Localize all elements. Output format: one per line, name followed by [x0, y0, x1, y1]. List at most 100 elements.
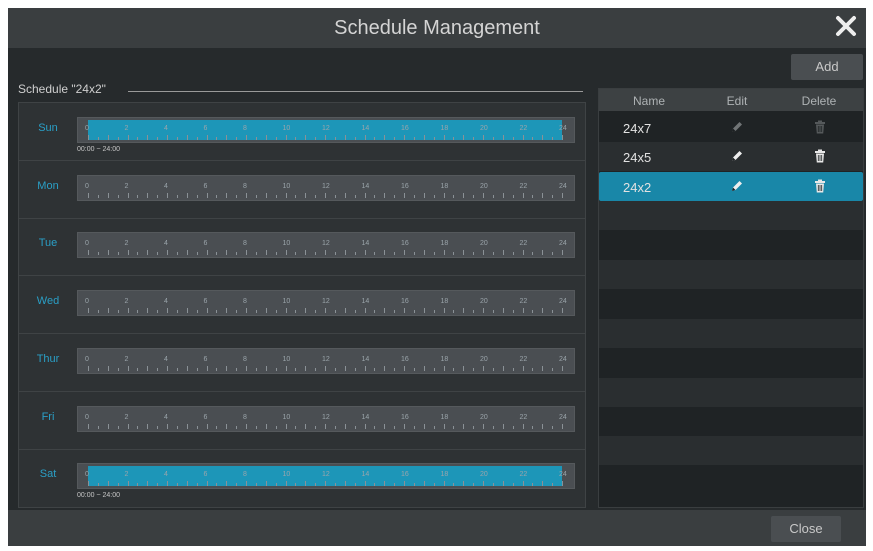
time-bar[interactable]: 0 2 4 6 8 10 12 14 16 18 20 22 24	[77, 463, 575, 490]
hour-tick	[167, 135, 168, 140]
hour-tick	[522, 423, 524, 429]
hour-tick	[246, 423, 247, 429]
hour-label: 20	[480, 125, 488, 132]
day-row-fri: Fri 0 2 4 6 8 10 12 14 16 18 20 22 24	[19, 392, 585, 450]
hour-tick	[453, 252, 455, 256]
day-label[interactable]: Wed	[25, 295, 71, 307]
hour-tick	[107, 250, 109, 256]
day-label[interactable]: Sat	[25, 468, 71, 480]
hour-tick	[255, 310, 257, 314]
hour-label: 18	[440, 298, 449, 306]
hour-tick	[295, 137, 297, 140]
hour-tick	[127, 481, 129, 487]
hour-tick	[433, 425, 435, 429]
hour-tick	[305, 250, 307, 256]
add-button[interactable]: Add	[791, 54, 863, 80]
day-row-sat: Sat 0 2 4 6 8 10 12 14 16 18 20 22 24 00:00 ~ 24:00	[19, 449, 585, 506]
hour-label: 12	[322, 413, 330, 421]
day-label[interactable]: Mon	[25, 180, 71, 192]
day-row-thur: Thur 0 2 4 6 8 10 12 14 16 18 20 22 24	[19, 334, 585, 392]
hour-tick	[463, 365, 465, 371]
hour-label: 10	[282, 240, 291, 248]
time-bar[interactable]: 0 2 4 6 8 10 12 14 16 18 20 22 24	[77, 174, 575, 201]
hour-tick	[433, 367, 435, 371]
schedule-list-row[interactable]: 24x7	[599, 113, 863, 142]
time-bar[interactable]: 0 2 4 6 8 10 12 14 16 18 20 22 24	[77, 347, 575, 374]
hour-tick	[413, 252, 415, 256]
hour-label: 4	[164, 471, 168, 479]
trash-icon[interactable]	[812, 178, 828, 194]
hour-tick	[147, 481, 149, 487]
hour-label: 8	[243, 125, 247, 132]
day-label[interactable]: Fri	[25, 411, 71, 423]
hour-tick	[275, 252, 277, 256]
hour-tick	[552, 252, 554, 256]
time-bar[interactable]: 0 2 4 6 8 10 12 14 16 18 20 22 24	[77, 290, 575, 317]
hour-tick	[384, 192, 386, 198]
hour-tick	[236, 425, 238, 429]
hour-tick	[117, 367, 119, 371]
hour-tick	[384, 135, 386, 140]
hour-label: 14	[361, 240, 370, 248]
trash-icon[interactable]	[812, 148, 828, 164]
hour-label: 20	[480, 355, 488, 363]
pencil-icon[interactable]	[729, 148, 745, 164]
hour-tick	[137, 483, 139, 487]
time-bar[interactable]: 0 2 4 6 8 10 12 14 16 18 20 22 24	[77, 232, 575, 259]
hour-tick	[394, 425, 396, 429]
hour-tick	[433, 483, 435, 487]
hour-tick	[325, 365, 326, 371]
hour-tick	[285, 365, 287, 371]
hour-tick	[186, 192, 188, 198]
hour-label: 10	[282, 413, 291, 421]
day-label[interactable]: Tue	[25, 237, 71, 249]
time-bar[interactable]: 0 2 4 6 8 10 12 14 16 18 20 22 24	[77, 405, 575, 432]
hour-tick	[147, 192, 149, 198]
hour-tick	[137, 252, 139, 256]
hour-tick	[463, 423, 465, 429]
hour-tick	[473, 252, 475, 256]
day-label[interactable]: Sun	[25, 122, 71, 134]
day-label[interactable]: Thur	[25, 353, 71, 365]
hour-label: 6	[203, 240, 208, 248]
hour-tick	[167, 308, 168, 314]
hour-tick	[433, 310, 435, 314]
hour-tick	[255, 194, 257, 198]
hour-label: 10	[282, 125, 291, 132]
pencil-icon[interactable]	[729, 178, 745, 194]
hour-label: 24	[559, 471, 567, 479]
hour-tick	[88, 365, 89, 371]
hour-tick	[265, 365, 267, 371]
hour-tick	[364, 135, 366, 140]
hour-tick	[305, 192, 307, 198]
hour-tick	[423, 365, 425, 371]
hour-tick	[473, 425, 475, 429]
close-icon[interactable]	[832, 12, 860, 40]
hour-tick	[255, 425, 257, 429]
schedule-list-row[interactable]: 24x5	[599, 142, 863, 172]
hour-tick	[186, 481, 188, 487]
hour-label: 16	[401, 413, 409, 421]
pencil-icon	[729, 119, 745, 135]
hour-tick	[542, 308, 544, 314]
hour-tick	[502, 481, 504, 487]
hour-tick	[157, 310, 159, 314]
hour-tick	[453, 425, 455, 429]
hour-tick	[502, 308, 504, 314]
hour-tick	[325, 481, 326, 487]
title-bar: Schedule Management	[8, 8, 866, 48]
hour-tick	[265, 308, 267, 314]
schedule-list-row[interactable]: 24x2	[599, 171, 863, 201]
close-button[interactable]: Close	[771, 516, 841, 542]
time-bar[interactable]: 0 2 4 6 8 10 12 14 16 18 20 22 24	[77, 117, 575, 143]
hour-tick	[443, 308, 445, 314]
hour-label: 0	[85, 125, 89, 132]
hour-label: 24	[559, 240, 567, 248]
hour-tick	[512, 137, 514, 140]
hour-tick	[236, 483, 238, 487]
hour-label: 8	[243, 355, 247, 363]
hour-tick	[255, 483, 257, 487]
hour-tick	[107, 423, 109, 429]
hour-tick	[127, 192, 129, 198]
hour-tick	[275, 137, 277, 140]
